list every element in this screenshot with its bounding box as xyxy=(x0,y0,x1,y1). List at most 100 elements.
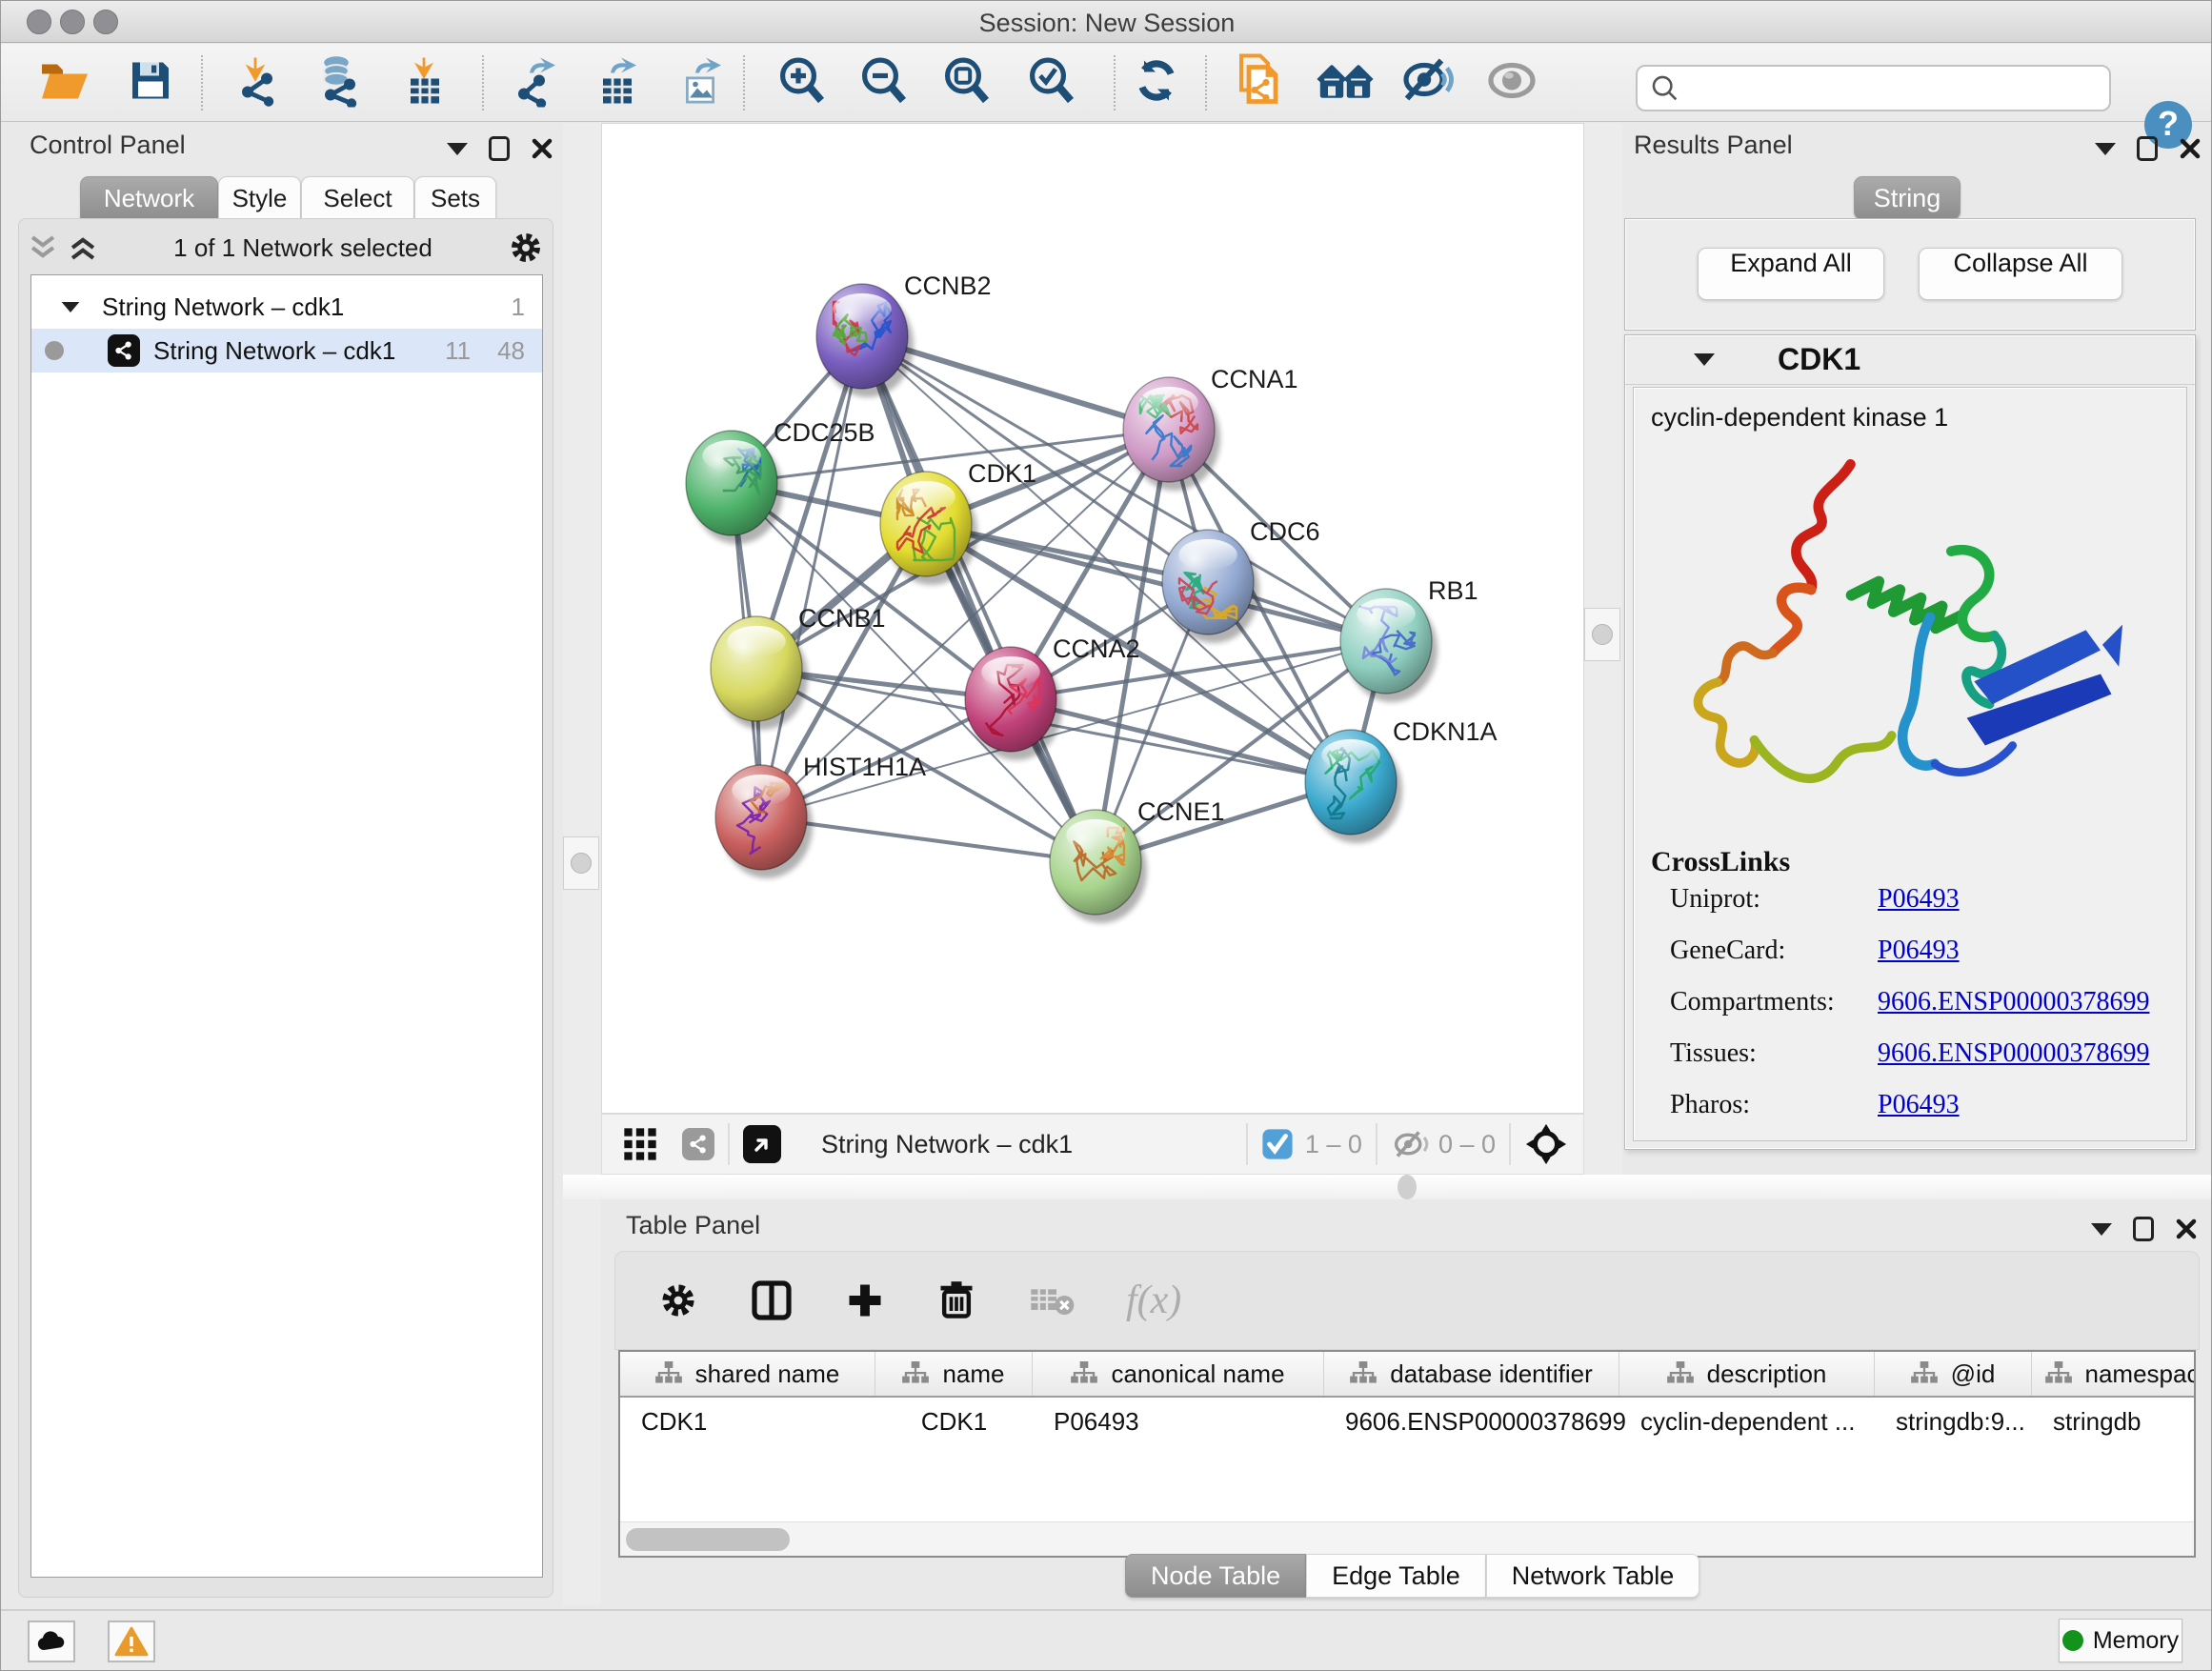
import-network-icon[interactable] xyxy=(232,53,286,111)
tab-node-table[interactable]: Node Table xyxy=(1125,1554,1306,1598)
crosslink-link[interactable]: P06493 xyxy=(1878,1090,1960,1120)
refresh-layout-icon[interactable] xyxy=(1131,54,1182,111)
network-node-RB1[interactable]: RB1 xyxy=(1340,576,1478,702)
tab-string[interactable]: String xyxy=(1854,176,1961,220)
show-eye-icon[interactable] xyxy=(1484,59,1539,106)
crosslink-link[interactable]: P06493 xyxy=(1878,884,1960,915)
table-cell[interactable]: stringdb xyxy=(2032,1399,2196,1443)
tab-select[interactable]: Select xyxy=(301,176,414,220)
cloud-status-button[interactable] xyxy=(28,1621,75,1662)
options-gear-icon[interactable] xyxy=(507,229,545,267)
column-header-canonical-name[interactable]: canonical name xyxy=(1033,1352,1324,1396)
selected-checkbox-icon[interactable] xyxy=(1261,1128,1294,1160)
table-menu-icon[interactable] xyxy=(2091,1223,2112,1236)
table-cell[interactable]: P06493 xyxy=(1033,1399,1324,1443)
network-canvas[interactable]: CCNB2CCNA1CDC25BCDK1CDC6RB1CCNB1CCNA2CDK… xyxy=(601,123,1584,1114)
share-document-icon[interactable] xyxy=(1234,51,1287,113)
export-image-icon[interactable] xyxy=(676,53,730,111)
results-float-icon[interactable] xyxy=(2137,136,2158,161)
zoom-selected-icon[interactable] xyxy=(1025,54,1076,111)
panel-menu-icon[interactable] xyxy=(447,143,468,155)
network-row-selected[interactable]: String Network – cdk1 11 48 xyxy=(31,329,542,372)
table-close-icon[interactable] xyxy=(2175,1218,2198,1240)
tab-edge-table[interactable]: Edge Table xyxy=(1306,1554,1486,1598)
table-cell[interactable]: CDK1 xyxy=(620,1399,875,1443)
close-panel-icon[interactable] xyxy=(531,137,553,160)
column-header-database-identifier[interactable]: database identifier xyxy=(1324,1352,1619,1396)
horizontal-splitter-grip[interactable] xyxy=(1398,1175,1417,1199)
zoom-out-icon[interactable] xyxy=(857,54,909,111)
left-splitter[interactable] xyxy=(563,123,601,1605)
zoom-fit-icon[interactable] xyxy=(940,54,992,111)
tab-sets[interactable]: Sets xyxy=(414,176,496,220)
column-header-name[interactable]: name xyxy=(875,1352,1033,1396)
table-gear-icon[interactable] xyxy=(657,1279,699,1321)
crosslink-link[interactable]: 9606.ENSP00000378699 xyxy=(1878,987,2149,1017)
save-session-icon[interactable] xyxy=(127,56,174,109)
network-share-icon[interactable] xyxy=(682,1128,714,1160)
network-node-CCNB2[interactable]: CCNB2 xyxy=(816,272,992,397)
string-network-graph[interactable]: CCNB2CCNA1CDC25BCDK1CDC6RB1CCNB1CCNA2CDK… xyxy=(602,124,1583,1113)
edge-CCNB2-HIST1H1A[interactable] xyxy=(761,336,862,817)
import-database-icon[interactable] xyxy=(312,53,367,111)
results-close-icon[interactable] xyxy=(2179,137,2202,160)
horizontal-splitter[interactable] xyxy=(563,1175,2212,1199)
edge-CCNB2-CCNE1[interactable] xyxy=(862,336,1096,862)
column-header--id[interactable]: @id xyxy=(1875,1352,2032,1396)
network-node-CDKN1A[interactable]: CDKN1A xyxy=(1305,717,1498,843)
search-field[interactable] xyxy=(1636,65,2111,111)
delete-column-icon[interactable] xyxy=(935,1279,977,1321)
tab-network-table[interactable]: Network Table xyxy=(1486,1554,1700,1598)
birds-eye-view-icon[interactable] xyxy=(743,1125,781,1163)
float-panel-icon[interactable] xyxy=(489,136,510,161)
warnings-button[interactable] xyxy=(108,1621,155,1662)
selected-count: 1 – 0 xyxy=(1305,1130,1362,1159)
node-table[interactable]: shared namenamecanonical namedatabase id… xyxy=(618,1350,2196,1558)
pan-crosshair-icon[interactable] xyxy=(1524,1122,1568,1166)
tab-style[interactable]: Style xyxy=(218,176,301,220)
network-node-CDC6[interactable]: CDC6 xyxy=(1162,517,1320,643)
network-node-CCNE1[interactable]: CCNE1 xyxy=(1050,797,1225,923)
table-row[interactable]: CDK1CDK1P064939606.ENSP00000378699cyclin… xyxy=(620,1399,2196,1443)
network-node-CDC25B[interactable]: CDC25B xyxy=(686,418,875,544)
column-header-namespac[interactable]: namespac xyxy=(2032,1352,2196,1396)
crosslink-link[interactable]: P06493 xyxy=(1878,936,1960,966)
crosslink-link[interactable]: 9606.ENSP00000378699 xyxy=(1878,1038,2149,1069)
network-node-CCNB1[interactable]: CCNB1 xyxy=(711,604,886,730)
import-table-icon[interactable] xyxy=(401,53,451,111)
home-network-icon[interactable] xyxy=(1315,57,1376,108)
collection-expand-icon[interactable] xyxy=(62,301,80,312)
expand-all-button[interactable]: Expand All xyxy=(1698,248,1884,300)
right-splitter-grip[interactable] xyxy=(1584,608,1620,661)
results-menu-icon[interactable] xyxy=(2095,143,2116,155)
network-collection-row[interactable]: String Network – cdk1 1 xyxy=(31,285,542,329)
network-grid-icon[interactable] xyxy=(621,1125,659,1163)
gene-collapse-icon[interactable] xyxy=(1694,353,1715,366)
table-float-icon[interactable] xyxy=(2133,1217,2154,1241)
collapse-all-button[interactable]: Collapse All xyxy=(1919,248,2122,300)
right-splitter[interactable] xyxy=(1584,123,1622,1175)
export-network-icon[interactable] xyxy=(513,53,566,111)
column-header-description[interactable]: description xyxy=(1619,1352,1875,1396)
zoom-in-icon[interactable] xyxy=(775,54,827,111)
table-cell[interactable]: cyclin-dependent ... xyxy=(1619,1399,1875,1443)
table-hscrollbar-thumb[interactable] xyxy=(626,1528,790,1551)
table-cell[interactable]: stringdb:9... xyxy=(1875,1399,2032,1443)
network-node-HIST1H1A[interactable]: HIST1H1A xyxy=(715,753,926,878)
memory-button[interactable]: Memory xyxy=(2059,1619,2182,1662)
hide-eye-icon[interactable] xyxy=(1401,56,1457,109)
table-hscrollbar[interactable] xyxy=(620,1521,2194,1556)
export-table-icon[interactable] xyxy=(593,53,647,111)
open-session-icon[interactable] xyxy=(38,56,93,109)
column-header-shared-name[interactable]: shared name xyxy=(620,1352,875,1396)
add-column-icon[interactable] xyxy=(844,1279,886,1321)
collapse-all-icon[interactable] xyxy=(27,233,59,262)
search-input[interactable] xyxy=(1681,74,2109,102)
table-cell[interactable]: CDK1 xyxy=(875,1399,1033,1443)
left-splitter-grip[interactable] xyxy=(563,836,599,890)
tab-network[interactable]: Network xyxy=(80,176,218,220)
table-cell[interactable]: 9606.ENSP00000378699 xyxy=(1324,1399,1619,1443)
select-columns-icon[interactable] xyxy=(749,1278,794,1323)
expand-all-icon[interactable] xyxy=(67,233,99,262)
crosslink-label: GeneCard: xyxy=(1670,936,1878,966)
